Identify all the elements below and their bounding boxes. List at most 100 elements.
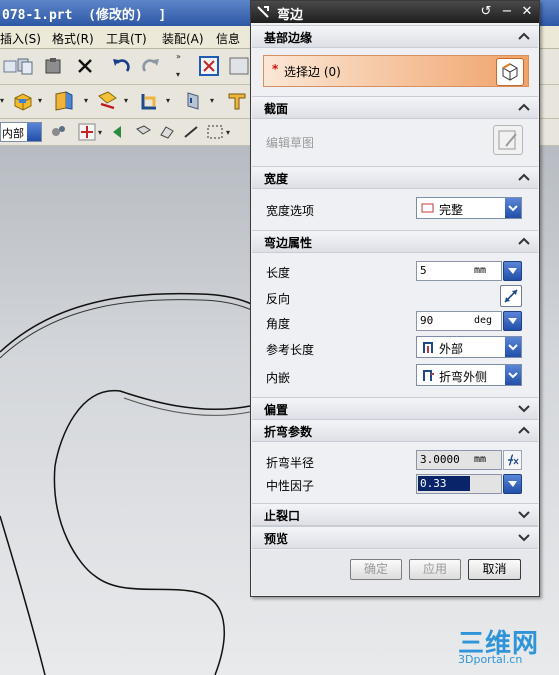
chevron-down-icon[interactable]: ▾ — [166, 97, 174, 105]
ref-length-value: 外部 — [439, 342, 464, 356]
angle-unit: deg — [474, 315, 493, 326]
chevron-down-icon[interactable]: ▾ — [84, 97, 92, 105]
cancel-button[interactable]: 取消 — [468, 559, 521, 580]
bend-radius-label: 折弯半径 — [266, 456, 315, 470]
section-title: 预览 — [264, 532, 289, 546]
section-offset-header[interactable]: 偏置 — [252, 397, 538, 420]
length-menu-button[interactable] — [503, 261, 522, 281]
chevron-up-icon[interactable] — [516, 233, 532, 249]
menu-insert[interactable]: 插入(S) — [0, 30, 41, 47]
delete-icon[interactable] — [74, 55, 96, 77]
chevron-up-icon[interactable] — [516, 28, 532, 44]
reset-icon[interactable]: ↺ — [477, 3, 495, 21]
chevron-down-icon[interactable] — [505, 365, 521, 385]
chevron-down-icon[interactable] — [516, 529, 532, 545]
select-edge-button[interactable] — [496, 58, 524, 86]
select-edge-row[interactable]: * 选择边 (0) — [263, 55, 529, 87]
section-flange-props-header[interactable]: 弯边属性 — [252, 230, 538, 253]
section-title: 止裂口 — [264, 509, 301, 523]
watermark-url: 3Dportal.cn — [458, 653, 523, 666]
datum-plane-icon[interactable] — [52, 90, 74, 112]
block-icon[interactable] — [12, 90, 34, 112]
width-option-value: 完整 — [439, 203, 464, 217]
extrude-icon[interactable] — [138, 90, 160, 112]
ok-button[interactable]: 确定 — [350, 559, 402, 580]
section-bend-params-header[interactable]: 折弯参数 — [252, 419, 538, 442]
redo-icon[interactable] — [140, 55, 162, 77]
width-option-select[interactable]: 完整 — [416, 197, 522, 219]
width-option-label: 宽度选项 — [266, 204, 315, 218]
menu-tools[interactable]: 工具(T) — [106, 30, 147, 47]
section-title: 折弯参数 — [264, 425, 313, 439]
formula-icon — [508, 454, 519, 466]
menu-assembly[interactable]: 装配(A) — [162, 30, 204, 47]
sketch-icon — [498, 130, 517, 150]
thicken-icon[interactable] — [182, 90, 204, 112]
undo-icon[interactable] — [110, 55, 132, 77]
chevron-down-icon[interactable]: ▾ — [98, 129, 106, 137]
edit-sketch-button[interactable] — [493, 125, 523, 155]
angle-field[interactable]: 90 deg — [416, 311, 502, 331]
section-preview-header[interactable]: 预览 — [252, 526, 538, 549]
bend-radius-field[interactable]: 3.0000 mm — [416, 450, 502, 470]
chevron-up-icon[interactable] — [516, 169, 532, 185]
minimize-icon[interactable]: − — [498, 3, 516, 21]
apply-button[interactable]: 应用 — [409, 559, 461, 580]
select-body-icon[interactable] — [132, 121, 154, 143]
menu-format[interactable]: 格式(R) — [52, 30, 94, 47]
paste-icon[interactable] — [42, 55, 64, 77]
inset-label: 内嵌 — [266, 371, 291, 385]
chevron-up-icon[interactable] — [516, 99, 532, 115]
neutral-factor-field[interactable]: 0.33 — [416, 474, 502, 494]
chevron-down-icon[interactable] — [27, 123, 41, 141]
inset-select[interactable]: 折弯外侧 — [416, 364, 522, 386]
section-base-edge-header[interactable]: 基部边缘 — [252, 25, 538, 48]
formula-button[interactable] — [503, 450, 522, 470]
arrow-icon[interactable] — [108, 121, 130, 143]
close-icon[interactable]: ✕ — [518, 3, 536, 21]
neutral-factor-value: 0.33 — [420, 477, 447, 490]
chevron-down-icon[interactable]: ▾ — [226, 129, 234, 137]
chevron-down-icon[interactable]: ▾ — [38, 97, 46, 105]
select-face-icon[interactable] — [156, 121, 178, 143]
section-section-header[interactable]: 截面 — [252, 96, 538, 119]
snap-point-icon[interactable] — [76, 121, 98, 143]
copy-icon[interactable] — [14, 55, 36, 77]
chevron-down-icon[interactable] — [516, 400, 532, 416]
chevron-down-icon[interactable]: ▾ — [124, 97, 132, 105]
select-edge-icon[interactable] — [180, 121, 202, 143]
chevron-down-icon[interactable]: ▾ — [0, 97, 8, 105]
section-relief-header[interactable]: 止裂口 — [252, 503, 538, 526]
toolbar-overflow-icon[interactable]: » — [176, 53, 184, 61]
sheet-metal-icon[interactable] — [226, 90, 248, 112]
outer-reference-icon — [423, 342, 433, 353]
watermark-logo: 三维网 3Dportal.cn — [458, 623, 554, 673]
ref-length-label: 参考长度 — [266, 343, 315, 357]
chevron-down-icon[interactable] — [505, 337, 521, 357]
pin-icon[interactable] — [255, 4, 271, 23]
section-width-header[interactable]: 宽度 — [252, 166, 538, 189]
neutral-factor-menu-button[interactable] — [503, 474, 522, 494]
full-width-icon — [421, 203, 434, 213]
filter-icon[interactable] — [48, 121, 70, 143]
view-icon[interactable] — [228, 55, 250, 77]
chevron-down-icon[interactable]: ▾ — [176, 71, 184, 79]
reverse-direction-button[interactable] — [500, 285, 522, 307]
fit-view-icon[interactable] — [198, 55, 220, 77]
length-label: 长度 — [266, 266, 291, 280]
trim-body-icon[interactable] — [96, 90, 118, 112]
angle-menu-button[interactable] — [503, 311, 522, 331]
arrow-down-icon — [508, 318, 517, 324]
dialog-titlebar[interactable]: 弯边 ↺ − ✕ — [251, 1, 539, 23]
rectangle-select-icon[interactable] — [204, 121, 226, 143]
arrow-down-icon — [508, 268, 517, 274]
chevron-up-icon[interactable] — [516, 422, 532, 438]
menu-info[interactable]: 信息 — [216, 30, 240, 47]
ref-length-select[interactable]: 外部 — [416, 336, 522, 358]
chevron-down-icon[interactable] — [505, 198, 521, 218]
length-field[interactable]: 5 mm — [416, 261, 502, 281]
chevron-down-icon[interactable] — [516, 506, 532, 522]
section-section-body: 编辑草图 — [252, 119, 538, 166]
chevron-down-icon[interactable]: ▾ — [210, 97, 218, 105]
layer-combo[interactable]: 内部 — [0, 122, 42, 142]
